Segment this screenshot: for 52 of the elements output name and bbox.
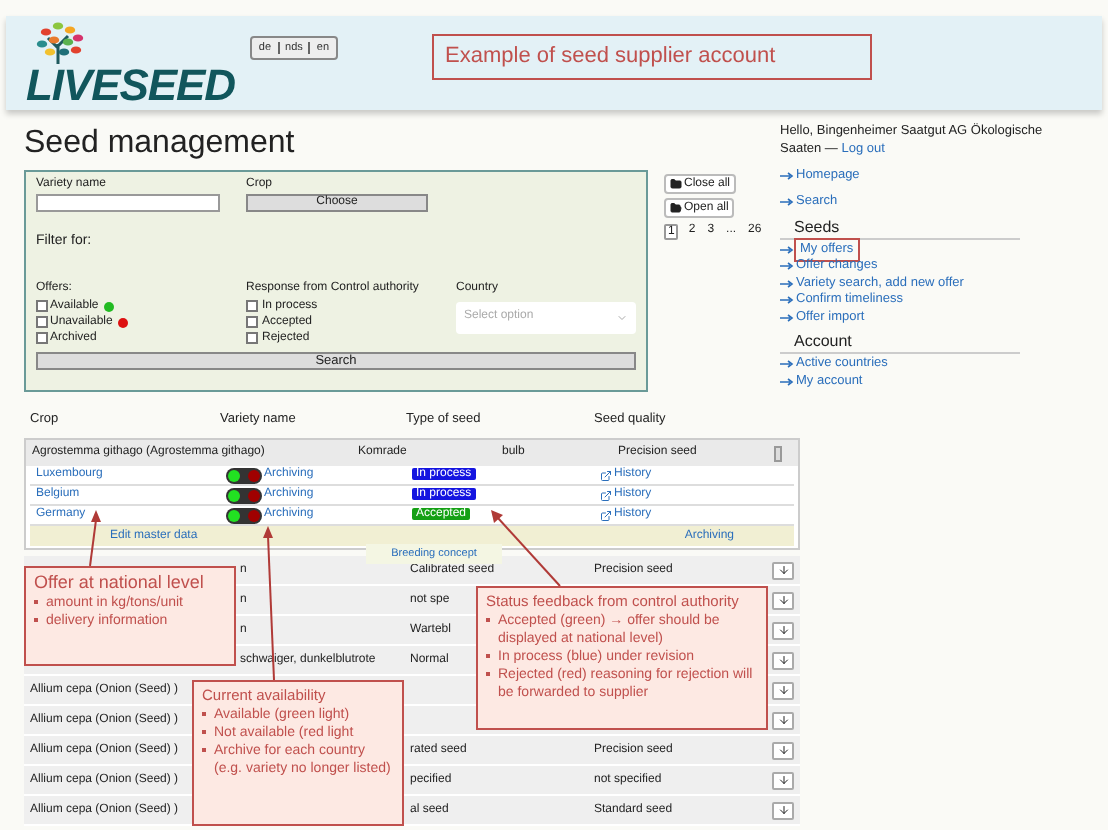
download-button[interactable] [772, 591, 794, 609]
download-button[interactable] [772, 741, 794, 759]
download-button[interactable] [772, 651, 794, 669]
download-icon [777, 624, 789, 636]
availability-toggle[interactable] [226, 507, 262, 523]
expand-icon[interactable] [774, 445, 782, 461]
download-button[interactable] [772, 561, 794, 579]
download-icon [777, 684, 789, 696]
checkbox[interactable] [246, 332, 258, 344]
download-button[interactable] [772, 801, 794, 819]
caret-icon [616, 311, 628, 323]
folder-icon [670, 178, 682, 190]
arrow-icon [780, 197, 794, 206]
checkbox[interactable] [36, 316, 48, 328]
arrow-icon [780, 377, 794, 386]
download-icon [777, 594, 789, 606]
section-heading: Account [780, 332, 1020, 354]
availability-toggle[interactable] [226, 467, 262, 483]
arrow-icon [780, 171, 794, 180]
download-button[interactable] [772, 681, 794, 699]
checkbox[interactable] [246, 300, 258, 312]
arrow-icon [780, 262, 794, 271]
external-link-icon [600, 489, 612, 501]
arrow-icon [780, 313, 794, 322]
pointer-arrow [491, 510, 561, 587]
arrow-icon [780, 296, 794, 305]
checkbox[interactable] [246, 316, 258, 328]
page-title: Seed management [24, 124, 297, 164]
download-button[interactable] [772, 621, 794, 639]
download-icon [777, 774, 789, 786]
arrow-icon [780, 360, 794, 369]
external-link-icon [600, 509, 612, 521]
external-link-icon [600, 469, 612, 481]
checkbox[interactable] [36, 300, 48, 312]
annotation-title: Example of seed supplier account [431, 34, 872, 80]
download-icon [777, 804, 789, 816]
callout-title: Offer at national level [34, 572, 206, 594]
variety-input[interactable] [36, 194, 220, 212]
download-icon [777, 654, 789, 666]
availability-toggle[interactable] [226, 487, 262, 503]
download-icon [777, 564, 789, 576]
section-heading: Seeds [780, 217, 1020, 239]
download-button[interactable] [772, 711, 794, 729]
logo-text: LIVESEED [26, 64, 235, 108]
download-button[interactable] [772, 771, 794, 789]
download-icon [777, 744, 789, 756]
download-icon [777, 714, 789, 726]
pointer-arrow [89, 510, 101, 567]
folder-icon [670, 202, 682, 214]
checkbox[interactable] [36, 332, 48, 344]
arrow-icon [780, 245, 794, 254]
arrow-icon [780, 279, 794, 288]
